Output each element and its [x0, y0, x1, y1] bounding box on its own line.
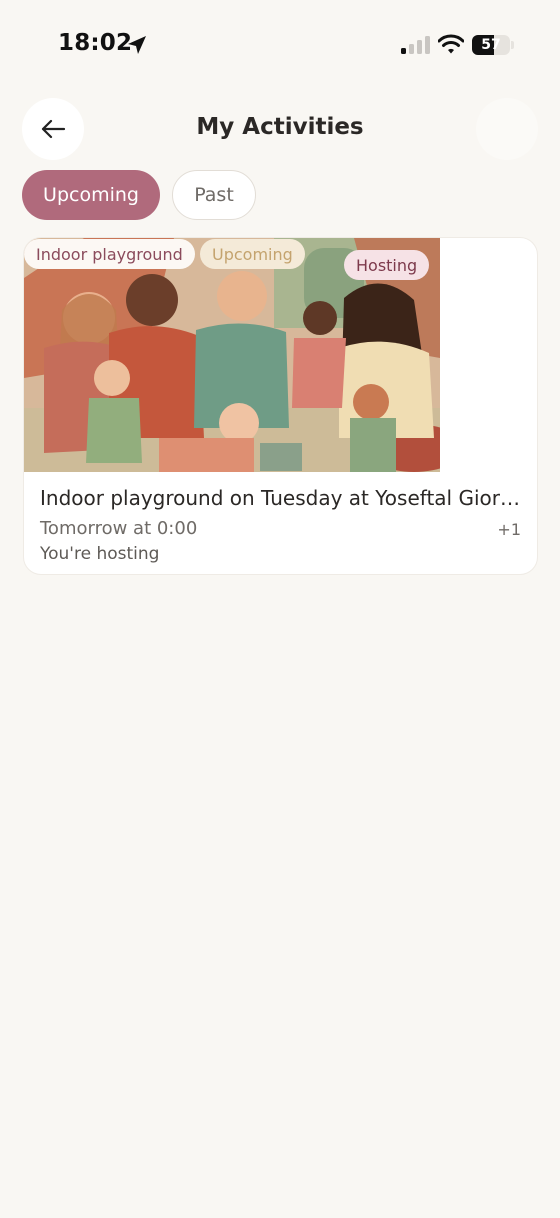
- battery-level: 57: [481, 37, 501, 53]
- tab-past[interactable]: Past: [172, 170, 256, 220]
- activity-title: Indoor playground on Tuesday at Yoseftal…: [40, 486, 523, 510]
- activity-card[interactable]: Indoor playground Upcoming Hosting Indoo…: [23, 237, 538, 575]
- wifi-icon: [438, 34, 464, 54]
- location-arrow-icon: [128, 36, 146, 54]
- host-note: You're hosting: [40, 544, 160, 564]
- activity-time: Tomorrow at 0:00: [40, 518, 198, 539]
- battery-cap: [511, 41, 514, 49]
- cellular-signal-icon: [401, 36, 430, 54]
- participant-count: +1: [497, 520, 521, 539]
- tab-upcoming[interactable]: Upcoming: [22, 170, 160, 220]
- activity-status-chip: Upcoming: [200, 239, 305, 269]
- status-bar: 18:02 57: [0, 0, 560, 92]
- activity-type-chip: Indoor playground: [24, 239, 195, 269]
- status-time: 18:02: [58, 30, 133, 56]
- header-action-button[interactable]: [476, 98, 538, 160]
- hosting-badge: Hosting: [344, 250, 430, 280]
- battery-indicator: 57: [472, 35, 510, 55]
